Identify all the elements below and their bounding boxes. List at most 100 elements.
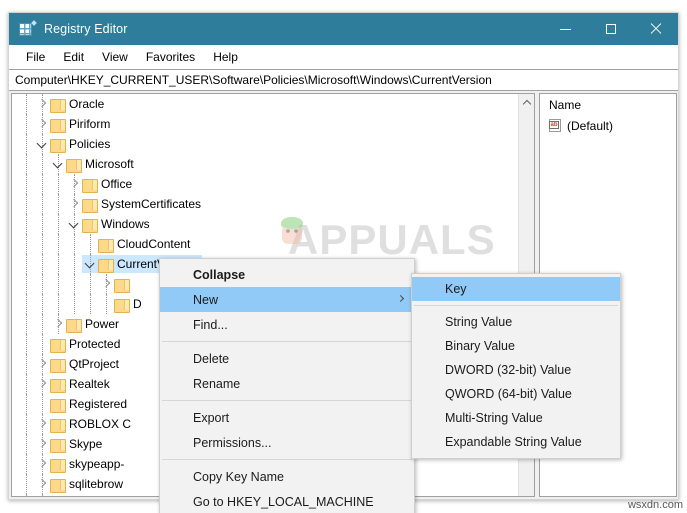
context-menu-item-label: Go to HKEY_LOCAL_MACHINE bbox=[193, 494, 374, 509]
tree-row[interactable]: Piriform bbox=[12, 114, 518, 134]
folder-icon bbox=[82, 178, 98, 193]
chevron-right-icon[interactable] bbox=[34, 96, 50, 112]
tree-row-label: Policies bbox=[69, 137, 111, 151]
tree-row-content: Policies bbox=[34, 135, 115, 153]
submenu-item[interactable]: Binary Value bbox=[412, 334, 620, 358]
chevron-right-icon[interactable] bbox=[66, 176, 82, 192]
context-menu-item[interactable]: New bbox=[160, 287, 414, 312]
chevron-down-icon[interactable] bbox=[50, 156, 66, 172]
tree-guide-line bbox=[26, 334, 27, 354]
chevron-right-icon[interactable] bbox=[98, 276, 114, 292]
tree-guide-line bbox=[74, 234, 75, 254]
chevron-right-icon[interactable] bbox=[34, 436, 50, 452]
window-title: Registry Editor bbox=[44, 22, 128, 36]
menu-edit[interactable]: Edit bbox=[54, 48, 93, 66]
tree-guide-line bbox=[26, 294, 27, 314]
context-menu-item[interactable]: Find... bbox=[160, 312, 414, 337]
tree-guide-line bbox=[58, 274, 59, 294]
tree-guide-line bbox=[26, 234, 27, 254]
submenu-item[interactable]: DWORD (32-bit) Value bbox=[412, 358, 620, 382]
tree-row-content: Realtek bbox=[34, 375, 115, 393]
submenu-item-label: Expandable String Value bbox=[445, 435, 582, 449]
tree-guide-line bbox=[42, 234, 43, 254]
minimize-button[interactable] bbox=[543, 13, 588, 45]
close-button[interactable] bbox=[633, 13, 678, 45]
context-menu-item-label: New bbox=[193, 292, 219, 307]
address-bar[interactable]: Computer\HKEY_CURRENT_USER\Software\Poli… bbox=[9, 69, 678, 91]
tree-row[interactable]: Oracle bbox=[12, 94, 518, 114]
tree-guide-line bbox=[26, 374, 27, 394]
tree-row-label: Office bbox=[101, 177, 133, 191]
context-menu-item[interactable]: Delete bbox=[160, 346, 414, 371]
tree-row-label: Microsoft bbox=[85, 157, 134, 171]
tree-guide-line bbox=[74, 274, 75, 294]
address-path-text: Computer\HKEY_CURRENT_USER\Software\Poli… bbox=[15, 73, 492, 87]
submenu-item[interactable]: String Value bbox=[412, 310, 620, 334]
tree-row[interactable]: Microsoft bbox=[12, 154, 518, 174]
tree-guide-line bbox=[42, 214, 43, 234]
menu-favorites[interactable]: Favorites bbox=[137, 48, 204, 66]
context-menu-item[interactable]: Collapse bbox=[160, 262, 414, 287]
tree-row-content: SystemCertificates bbox=[66, 195, 206, 213]
submenu-item[interactable]: Expandable String Value bbox=[412, 430, 620, 454]
tree-row[interactable]: Policies bbox=[12, 134, 518, 154]
registry-editor-icon bbox=[19, 20, 37, 37]
registry-editor-window: Registry Editor File Edit View Favorites… bbox=[8, 12, 679, 513]
value-name-text: (Default) bbox=[567, 119, 614, 133]
context-menu: Collapse New Find... Delete Rename Export Perm… bbox=[159, 258, 415, 513]
tree-row[interactable]: Office bbox=[12, 174, 518, 194]
tree-row-label: QtProject bbox=[69, 357, 120, 371]
tree-row[interactable]: CloudContent bbox=[12, 234, 518, 254]
value-row-default[interactable]: ab (Default) bbox=[540, 116, 676, 136]
menu-file[interactable]: File bbox=[17, 48, 54, 66]
folder-icon bbox=[50, 378, 66, 393]
tree-row[interactable]: Windows bbox=[12, 214, 518, 234]
menubar: File Edit View Favorites Help bbox=[9, 45, 678, 69]
chevron-right-icon[interactable] bbox=[34, 356, 50, 372]
window-controls bbox=[543, 13, 678, 45]
folder-icon bbox=[50, 138, 66, 153]
tree-row[interactable]: SystemCertificates bbox=[12, 194, 518, 214]
tree-row-label: CloudContent bbox=[117, 237, 191, 251]
folder-icon bbox=[66, 158, 82, 173]
folder-icon bbox=[50, 338, 66, 353]
chevron-right-icon[interactable] bbox=[50, 316, 66, 332]
context-menu-item-label: Export bbox=[193, 410, 230, 425]
context-menu-item[interactable]: Rename bbox=[160, 371, 414, 396]
chevron-down-icon[interactable] bbox=[66, 216, 82, 232]
menu-view[interactable]: View bbox=[93, 48, 137, 66]
tree-guide-line bbox=[90, 294, 91, 314]
chevron-right-icon[interactable] bbox=[66, 196, 82, 212]
context-menu-item[interactable]: Export bbox=[160, 405, 414, 430]
tree-guide-line bbox=[26, 214, 27, 234]
values-column-header-name[interactable]: Name bbox=[540, 94, 676, 116]
chevron-right-icon[interactable] bbox=[34, 416, 50, 432]
tree-row-label: Skype bbox=[69, 437, 103, 451]
chevron-down-icon[interactable] bbox=[82, 256, 98, 272]
submenu-item[interactable]: Multi-String Value bbox=[412, 406, 620, 430]
tree-guide-line bbox=[26, 194, 27, 214]
folder-icon bbox=[114, 298, 130, 313]
chevron-right-icon[interactable] bbox=[34, 116, 50, 132]
context-menu-item[interactable]: Copy Key Name bbox=[160, 464, 414, 489]
maximize-button[interactable] bbox=[588, 13, 633, 45]
folder-icon bbox=[50, 478, 66, 493]
context-menu-item[interactable]: Go to HKEY_LOCAL_MACHINE bbox=[160, 489, 414, 513]
tree-guide-line bbox=[58, 194, 59, 214]
chevron-right-icon[interactable] bbox=[34, 456, 50, 472]
menu-help[interactable]: Help bbox=[204, 48, 247, 66]
tree-guide-line bbox=[42, 174, 43, 194]
submenu-chevron-right-icon bbox=[396, 294, 405, 303]
chevron-right-icon[interactable] bbox=[34, 476, 50, 492]
tree-guide-line bbox=[58, 254, 59, 274]
chevron-right-icon[interactable] bbox=[34, 376, 50, 392]
submenu-item[interactable]: QWORD (64-bit) Value bbox=[412, 382, 620, 406]
tree-row-content: Microsoft bbox=[50, 155, 139, 173]
submenu-item[interactable]: Key bbox=[412, 277, 620, 301]
context-menu-item[interactable]: Permissions... bbox=[160, 430, 414, 455]
tree-row-content: D bbox=[98, 295, 147, 313]
tree-row-content: skypeapp- bbox=[34, 455, 129, 473]
chevron-down-icon[interactable] bbox=[34, 136, 50, 152]
scroll-up-button[interactable] bbox=[519, 94, 534, 111]
